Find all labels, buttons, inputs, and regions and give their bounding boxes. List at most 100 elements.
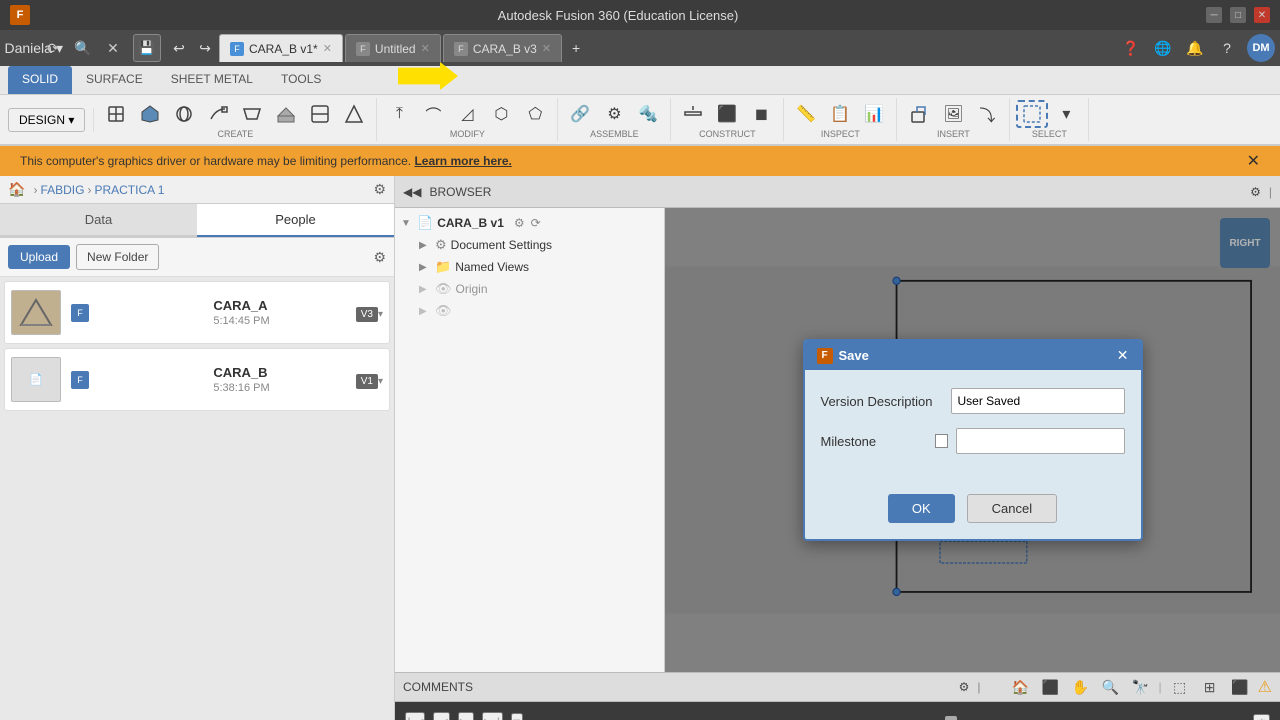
ok-button[interactable]: OK — [888, 494, 955, 523]
warning-link[interactable]: Learn more here. — [414, 154, 511, 168]
timeline-first-button[interactable]: |◀ — [405, 712, 425, 720]
tree-item-root[interactable]: ▼ 📄 CARA_B v1 ⚙ ⟳ — [395, 212, 664, 234]
rib-btn[interactable] — [270, 100, 302, 128]
version-description-input[interactable] — [951, 388, 1125, 414]
new-tab-button[interactable]: + — [564, 36, 588, 60]
browser-resize-handle[interactable]: | — [1269, 185, 1272, 199]
panel-settings-icon[interactable]: ⚙ — [373, 181, 386, 198]
tab-surface[interactable]: SURFACE — [72, 66, 157, 94]
draft-btn[interactable]: ⬠ — [519, 100, 551, 128]
help-button[interactable]: ? — [1215, 36, 1239, 60]
undo-button[interactable]: ↩ — [167, 36, 191, 60]
tree-settings-icon[interactable]: ⚙ — [514, 216, 525, 230]
joint-btn[interactable]: ⚙ — [598, 100, 630, 128]
close-button[interactable]: ✕ — [1254, 7, 1270, 23]
user-profile-btn[interactable]: 🏠 — [8, 181, 25, 198]
shell-btn[interactable]: ⬡ — [485, 100, 517, 128]
sync-button[interactable]: ⟳ — [41, 36, 65, 60]
breadcrumb-fabdig[interactable]: FABDIG — [40, 183, 84, 197]
as-built-joint-btn[interactable]: 🔩 — [632, 100, 664, 128]
orbit-button[interactable]: ⬛ — [1039, 675, 1063, 699]
zoom-button[interactable]: 🔍 — [1099, 675, 1123, 699]
warning-close-button[interactable]: ✕ — [1247, 151, 1260, 171]
minimize-button[interactable]: ─ — [1206, 7, 1222, 23]
milestone-name-input[interactable] — [956, 428, 1125, 454]
design-dropdown-button[interactable]: DESIGN ▾ — [8, 108, 85, 132]
help-circle-button[interactable]: ❓ — [1119, 36, 1143, 60]
tree-item-4[interactable]: ▶ 👁 — [395, 300, 664, 322]
bell-button[interactable]: 🔔 — [1183, 36, 1207, 60]
tree-item-named-views[interactable]: ▶ 📁 Named Views — [395, 256, 664, 278]
user-avatar[interactable]: DM — [1247, 34, 1275, 62]
globe-button[interactable]: 🌐 — [1151, 36, 1175, 60]
snap-button[interactable]: ⊞ — [1198, 675, 1222, 699]
tree-root-options-icon[interactable]: ⟳ — [531, 216, 541, 230]
tab-cara-b-v1[interactable]: F CARA_B v1* ✕ — [219, 34, 343, 62]
create-new-component-btn[interactable] — [100, 100, 132, 128]
close-panel-button[interactable]: ✕ — [101, 36, 125, 60]
tree-item-3[interactable]: ▶ 👁 Origin — [395, 278, 664, 300]
canvas-viewport[interactable]: RIGHT F Save ✕ — [665, 208, 1280, 672]
dialog-close-button[interactable]: ✕ — [1117, 347, 1129, 364]
offset-plane-btn[interactable] — [677, 100, 709, 128]
save-button[interactable]: 💾 — [133, 34, 161, 62]
display-settings-button[interactable]: ⬛ — [1228, 675, 1252, 699]
timeline-last-button[interactable]: ⏹ — [511, 713, 523, 720]
tab-data[interactable]: Data — [0, 204, 197, 237]
sweep-btn[interactable] — [202, 100, 234, 128]
web-btn[interactable] — [304, 100, 336, 128]
user-profile-button[interactable]: 👤 Daniela ▾ — [11, 36, 35, 60]
timeline-scrubber[interactable] — [945, 716, 957, 720]
breadcrumb-practica[interactable]: PRACTICA 1 — [94, 183, 164, 197]
tab-sheet-metal[interactable]: SHEET METAL — [157, 66, 267, 94]
grid-toggle-button[interactable]: ⬚ — [1168, 675, 1192, 699]
measure-btn[interactable]: 📏 — [790, 100, 822, 128]
new-component-btn[interactable]: 🔗 — [564, 100, 596, 128]
tab-close-cara-b-v3[interactable]: ✕ — [542, 42, 551, 55]
tab-untitled[interactable]: F Untitled ✕ — [345, 34, 441, 62]
maximize-button[interactable]: □ — [1230, 7, 1246, 23]
comments-resize-handle[interactable]: | — [977, 680, 980, 694]
redo-button[interactable]: ↪ — [193, 36, 217, 60]
pan-button[interactable]: ✋ — [1069, 675, 1093, 699]
search-button[interactable]: 🔍 — [71, 36, 95, 60]
browser-options-icon[interactable]: ⚙ — [1250, 185, 1261, 199]
interference-btn[interactable]: 📋 — [824, 100, 856, 128]
zoom-fit-button[interactable]: 🔭 — [1129, 675, 1153, 699]
midplane-btn[interactable]: ⬛ — [711, 100, 743, 128]
emboss-btn[interactable] — [338, 100, 370, 128]
comments-options-icon[interactable]: ⚙ — [959, 680, 970, 694]
list-item[interactable]: F CARA_A 5:14:45 PM V3▾ — [4, 281, 390, 344]
file-settings-icon[interactable]: ⚙ — [373, 249, 386, 266]
insert-canvas-btn[interactable]: 🖼 — [937, 100, 969, 128]
tab-tools[interactable]: TOOLS — [267, 66, 335, 94]
list-item[interactable]: 📄 F CARA_B 5:38:16 PM V1▾ — [4, 348, 390, 411]
select-btn[interactable] — [1016, 100, 1048, 128]
browser-collapse-icon[interactable]: ◀◀ — [403, 185, 421, 199]
fillet-btn[interactable]: ⌒ — [417, 100, 449, 128]
new-folder-button[interactable]: New Folder — [76, 244, 159, 270]
timeline-prev-button[interactable]: ◀ — [433, 712, 449, 720]
insert-derive-btn[interactable] — [903, 100, 935, 128]
cancel-button[interactable]: Cancel — [967, 494, 1057, 523]
timeline-settings-button[interactable]: ⚙ — [1253, 714, 1270, 720]
insert-decal-btn[interactable]: ⤵ — [971, 100, 1003, 128]
tab-close-untitled[interactable]: ✕ — [421, 42, 430, 55]
tab-close-cara-b-v1[interactable]: ✕ — [323, 42, 332, 55]
timeline-play-button[interactable]: ▶ — [458, 712, 474, 720]
tab-people[interactable]: People — [197, 204, 394, 237]
extrude-btn[interactable] — [134, 100, 166, 128]
curvature-btn[interactable]: 📊 — [858, 100, 890, 128]
tree-item-doc-settings[interactable]: ▶ ⚙ Document Settings — [395, 234, 664, 256]
revolve-btn[interactable] — [168, 100, 200, 128]
upload-button[interactable]: Upload — [8, 245, 70, 269]
milestone-checkbox[interactable] — [935, 434, 948, 448]
press-pull-btn[interactable]: ⤒ — [383, 100, 415, 128]
tab-cara-b-v3[interactable]: F CARA_B v3 ✕ — [443, 34, 562, 62]
chamfer-btn[interactable]: ◿ — [451, 100, 483, 128]
home-view-button[interactable]: 🏠 — [1009, 675, 1033, 699]
axis-btn[interactable]: ◼ — [745, 100, 777, 128]
loft-btn[interactable] — [236, 100, 268, 128]
select-dropdown-btn[interactable]: ▾ — [1050, 100, 1082, 128]
tab-solid[interactable]: SOLID — [8, 66, 72, 94]
